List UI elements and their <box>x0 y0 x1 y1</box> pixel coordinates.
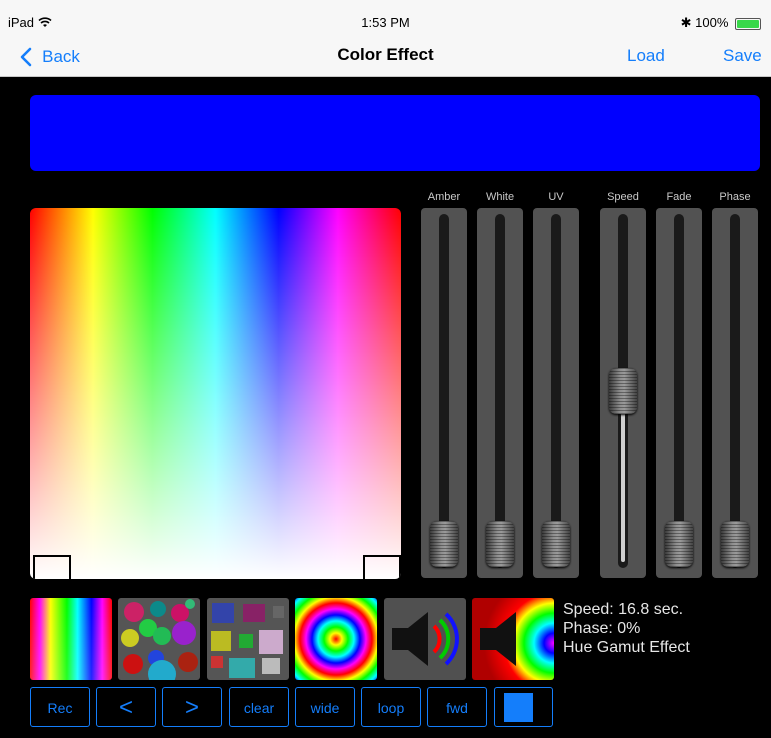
white-slider-thumb[interactable] <box>486 521 514 567</box>
swatch-color <box>504 693 533 722</box>
loop-button[interactable]: loop <box>361 687 421 727</box>
battery-icon <box>735 17 761 30</box>
speed-label: Speed <box>607 191 639 203</box>
uv-slider-thumb[interactable] <box>542 521 570 567</box>
white-label: White <box>485 191 515 203</box>
amber-slider[interactable] <box>421 208 467 578</box>
speaker-gradient-icon <box>480 612 516 666</box>
effect-name: Hue Gamut Effect <box>563 639 690 656</box>
hue-saturation-picker[interactable] <box>30 208 401 579</box>
effect-random-blocks[interactable] <box>207 598 289 680</box>
next-button[interactable]: > <box>162 687 222 727</box>
uv-label: UV <box>548 191 564 203</box>
picker-range-start-marker[interactable] <box>33 555 71 579</box>
uv-slider[interactable] <box>533 208 579 578</box>
clear-button[interactable]: clear <box>229 687 289 727</box>
effect-concentric-rings[interactable] <box>295 598 377 680</box>
phase-label: Phase <box>719 191 751 203</box>
amber-label: Amber <box>427 191 461 203</box>
effect-info: Speed: 16.8 sec. Phase: 0% Hue Gamut Eff… <box>563 600 690 657</box>
phase-readout: Phase: 0% <box>563 620 641 637</box>
phase-slider[interactable] <box>712 208 758 578</box>
picker-range-end-marker[interactable] <box>363 555 401 579</box>
dots-pattern-icon <box>121 599 198 680</box>
color-swatch-button[interactable] <box>494 687 553 727</box>
fade-label: Fade <box>666 191 692 203</box>
white-slider[interactable] <box>477 208 523 578</box>
effect-hue-gamut[interactable] <box>30 598 112 680</box>
effect-sound-active[interactable] <box>384 598 466 680</box>
wide-button[interactable]: wide <box>295 687 355 727</box>
status-bar: iPad 1:53 PM ✱ 100% <box>0 0 771 36</box>
speed-fill <box>621 410 625 562</box>
speaker-icon <box>392 612 459 666</box>
phase-slider-thumb[interactable] <box>721 521 749 567</box>
fade-slider-thumb[interactable] <box>665 521 693 567</box>
rec-button[interactable]: Rec <box>30 687 90 727</box>
navigation-bar: Back Color Effect Load Save <box>0 36 771 77</box>
blocks-pattern-icon <box>211 603 284 678</box>
save-button[interactable]: Save <box>723 46 762 66</box>
amber-slider-thumb[interactable] <box>430 521 458 567</box>
effect-random-dots[interactable] <box>118 598 200 680</box>
previous-button[interactable]: < <box>96 687 156 727</box>
speed-readout: Speed: 16.8 sec. <box>563 601 684 618</box>
status-right: ✱ 100% <box>681 15 761 31</box>
fade-slider[interactable] <box>656 208 702 578</box>
fwd-button[interactable]: fwd <box>427 687 487 727</box>
color-effect-screen: iPad 1:53 PM ✱ 100% Back Color Effect Lo… <box>0 0 771 738</box>
load-button[interactable]: Load <box>627 46 665 66</box>
speed-slider[interactable] <box>600 208 646 578</box>
effect-sound-gradient[interactable] <box>472 598 554 680</box>
speed-slider-thumb[interactable] <box>609 368 637 414</box>
color-preview-bar <box>30 95 760 171</box>
status-time: 1:53 PM <box>361 15 410 30</box>
bluetooth-icon: ✱ <box>680 15 692 30</box>
battery-percent: 100% <box>695 15 729 30</box>
